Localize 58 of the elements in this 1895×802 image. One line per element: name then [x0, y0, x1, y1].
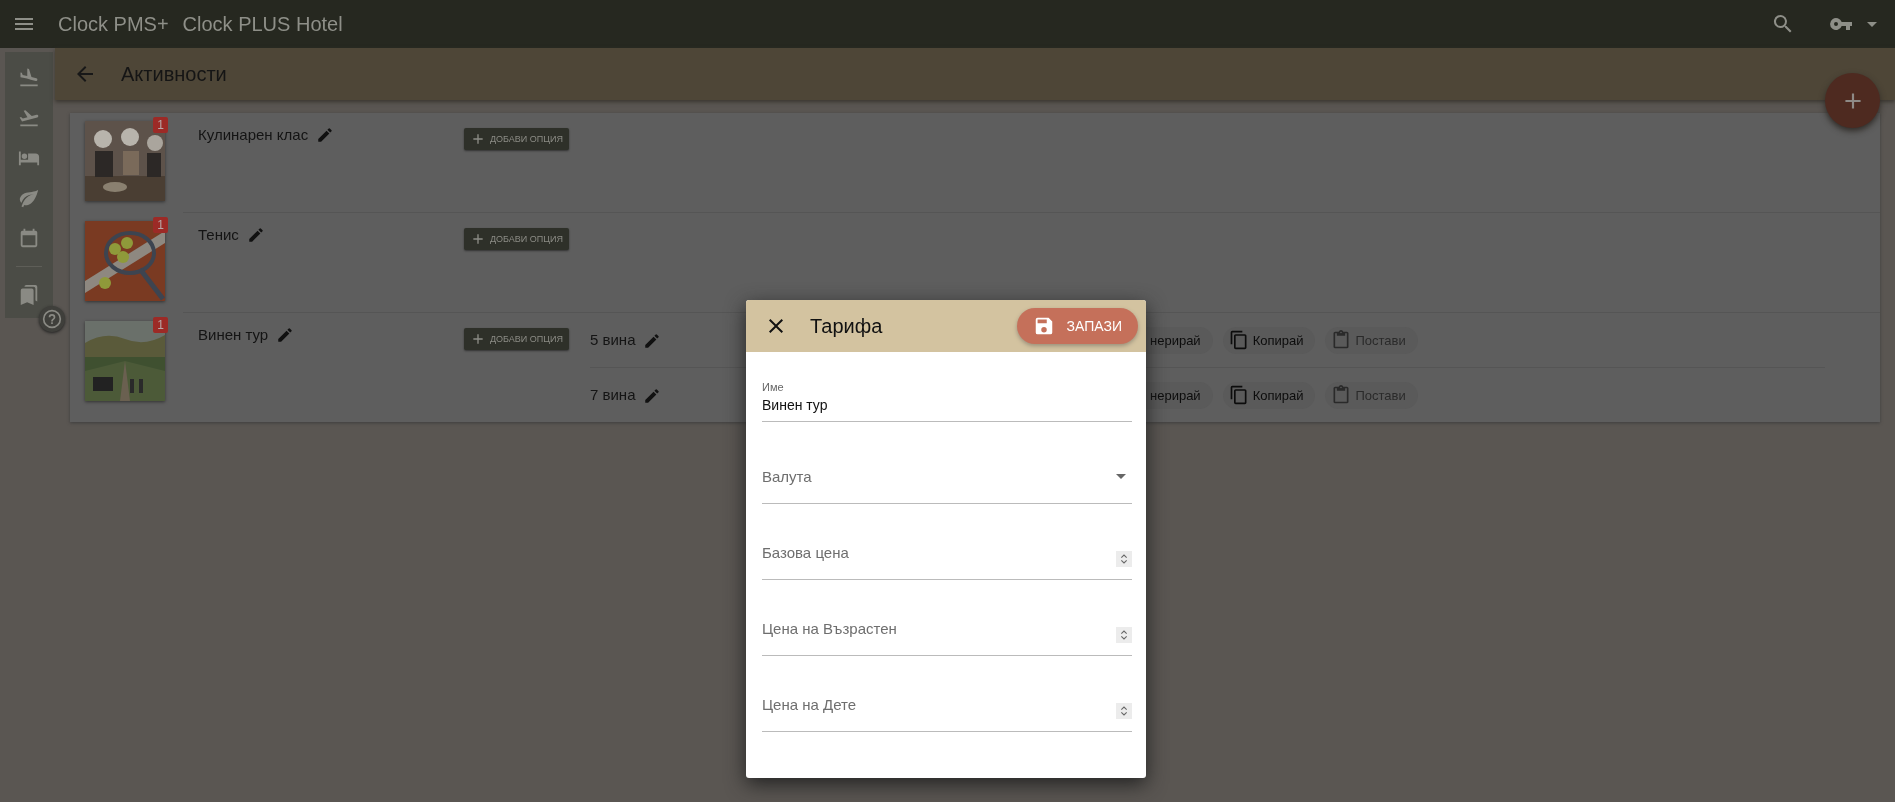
caret-icon: [1116, 474, 1126, 479]
help-icon: [42, 309, 62, 329]
field-label: Базова цена: [762, 544, 850, 561]
hotel-name: Clock PLUS Hotel: [182, 12, 343, 36]
help-button[interactable]: [39, 306, 65, 332]
pencil-icon: [643, 386, 662, 405]
app-name[interactable]: Clock PMS+: [58, 12, 169, 36]
page-title: Активности: [121, 62, 227, 86]
copy-icon: [1228, 385, 1249, 405]
copy-button[interactable]: Копирай: [1222, 326, 1316, 354]
input-field[interactable]: Цена на Дете: [762, 670, 1132, 732]
add-option-button[interactable]: ДОБАВИ ОПЦИЯ: [464, 128, 569, 150]
dropdown-field[interactable]: Валута: [762, 442, 1132, 504]
spinner-icon: [1116, 701, 1132, 721]
option-name: 7 вина: [590, 385, 636, 405]
plus-icon: [470, 331, 486, 347]
activity-name: Тенис: [198, 225, 239, 245]
edit-button[interactable]: [316, 126, 335, 144]
field-label: Валута: [762, 468, 813, 485]
count-badge: 1: [153, 117, 168, 133]
edit-button[interactable]: [246, 226, 265, 244]
pencil-icon: [246, 226, 265, 244]
edit-button[interactable]: [643, 386, 662, 405]
copy-button[interactable]: Копирай: [1222, 381, 1316, 409]
leaf-icon: [18, 187, 40, 209]
add-option-button[interactable]: ДОБАВИ ОПЦИЯ: [464, 228, 569, 250]
spinner-icon: [1116, 549, 1132, 569]
field-label: Цена на Дете: [762, 696, 858, 713]
edit-button[interactable]: [643, 331, 662, 350]
calendar-icon: [18, 227, 40, 249]
add-option-button[interactable]: ДОБАВИ ОПЦИЯ: [464, 328, 569, 350]
field-label: Цена на Възрастен: [762, 620, 898, 637]
copy-icon: [1228, 330, 1249, 350]
count-badge: 1: [153, 317, 168, 333]
field-value: Винен тур: [762, 397, 829, 413]
count-badge: 1: [153, 217, 168, 233]
field-label: Име: [762, 381, 785, 393]
plane-landing-icon: [18, 67, 40, 89]
spinner-icon: [1116, 625, 1132, 645]
plane-takeoff-icon: [18, 107, 40, 129]
pencil-icon: [643, 331, 662, 350]
plus-icon: [470, 231, 486, 247]
activity-name: Кулинарен клас: [198, 125, 309, 145]
option-name: 5 вина: [590, 330, 636, 350]
pencil-icon: [316, 126, 335, 144]
input-field[interactable]: Базова цена: [762, 518, 1132, 580]
bookmarks-icon: [18, 284, 40, 306]
plus-icon: [470, 131, 486, 147]
clipboard-icon: [1331, 330, 1352, 350]
input-field[interactable]: Име Винен тур: [762, 366, 1132, 422]
dialog-title: Тарифа: [810, 314, 883, 338]
save-button[interactable]: ЗАПАЗИ: [1016, 308, 1138, 344]
edit-button[interactable]: [276, 326, 295, 344]
activity-name: Винен тур: [198, 325, 269, 345]
input-field[interactable]: Цена на Възрастен: [762, 594, 1132, 656]
pencil-icon: [276, 326, 295, 344]
caret-icon: [1867, 21, 1877, 27]
clipboard-icon: [1331, 385, 1352, 405]
